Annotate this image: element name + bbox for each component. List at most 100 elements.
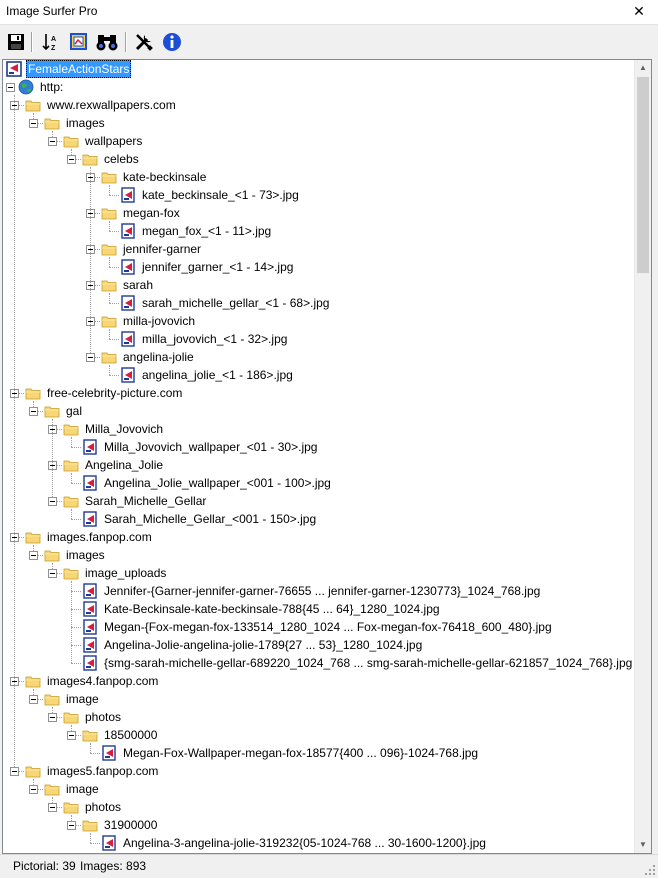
collapse-toggle[interactable] bbox=[67, 155, 76, 164]
tree-item-label: Sarah_Michelle_Gellar_<001 - 150>.jpg bbox=[104, 512, 317, 526]
tree-item-label: Angelina_Jolie bbox=[85, 458, 164, 472]
image-file-icon bbox=[83, 619, 97, 635]
collapse-toggle[interactable] bbox=[48, 137, 57, 146]
title-bar: Image Surfer Pro ✕ bbox=[0, 0, 658, 25]
status-bar: Pictorial: 39 Images: 893 bbox=[0, 854, 658, 878]
folder-icon bbox=[63, 136, 79, 148]
tree-item-label: images bbox=[66, 116, 105, 130]
tree-connector-line bbox=[90, 743, 91, 753]
tree-item-label: images4.fanpop.com bbox=[47, 674, 159, 688]
tree-item-label: photos bbox=[85, 800, 122, 814]
scroll-thumb[interactable] bbox=[637, 77, 649, 273]
image-file-icon bbox=[121, 367, 135, 383]
tree-item-label: megan_fox_<1 - 11>.jpg bbox=[142, 224, 272, 238]
tree-item-label: Milla_Jovovich bbox=[85, 422, 164, 436]
tree-connector-line bbox=[109, 195, 119, 196]
folder-icon bbox=[101, 352, 117, 364]
floppy-disk-icon bbox=[8, 34, 24, 50]
tree-view[interactable]: FemaleActionStars http: www.rexwallpapers.… bbox=[3, 60, 635, 853]
tree-connector-line bbox=[14, 95, 15, 771]
image-file-icon bbox=[121, 187, 135, 203]
info-button[interactable] bbox=[161, 31, 183, 53]
image-file-icon bbox=[83, 511, 97, 527]
find-button[interactable] bbox=[96, 31, 118, 53]
tree-connector-line bbox=[90, 167, 91, 357]
tree-item-label: wallpapers bbox=[85, 134, 143, 148]
tree-connector-line bbox=[71, 591, 81, 592]
image-file-icon bbox=[83, 439, 97, 455]
tree-connector-line bbox=[109, 231, 119, 232]
tree-item-label: jennifer-garner bbox=[123, 242, 202, 256]
tree-item-label: sarah_michelle_gellar_<1 - 68>.jpg bbox=[142, 296, 330, 310]
collapse-toggle[interactable] bbox=[48, 497, 57, 506]
settings-button[interactable] bbox=[133, 31, 155, 53]
tree-connector-line bbox=[109, 293, 110, 303]
tree-connector-line bbox=[109, 257, 110, 267]
scroll-down-button[interactable]: ▼ bbox=[635, 837, 651, 853]
folder-icon bbox=[101, 280, 117, 292]
binoculars-icon bbox=[96, 35, 118, 51]
collapse-toggle[interactable] bbox=[29, 407, 38, 416]
tree-connector-line bbox=[71, 447, 81, 448]
collapse-toggle[interactable] bbox=[29, 695, 38, 704]
tree-item-label: kate-beckinsale bbox=[123, 170, 207, 184]
tree-item-label: 31900000 bbox=[104, 818, 158, 832]
tree-item-label: 18500000 bbox=[104, 728, 158, 742]
sort-button[interactable]: A Z bbox=[40, 31, 62, 53]
save-button[interactable] bbox=[5, 31, 27, 53]
tree-connector-line bbox=[109, 375, 119, 376]
close-button[interactable]: ✕ bbox=[630, 2, 648, 20]
collapse-toggle[interactable] bbox=[48, 803, 57, 812]
resize-grip-icon[interactable] bbox=[644, 864, 656, 876]
gallery-button[interactable] bbox=[68, 31, 90, 53]
tree-connector-line bbox=[71, 509, 72, 519]
svg-text:Z: Z bbox=[51, 45, 56, 52]
tree-item-label: free-celebrity-picture.com bbox=[47, 386, 183, 400]
tree-item-label: gal bbox=[66, 404, 83, 418]
tree-connector-line bbox=[90, 843, 100, 844]
collapse-toggle[interactable] bbox=[48, 569, 57, 578]
collapse-toggle[interactable] bbox=[29, 551, 38, 560]
tree-connector-line bbox=[109, 329, 110, 339]
image-file-icon bbox=[83, 637, 97, 653]
folder-icon bbox=[63, 496, 79, 508]
folder-icon bbox=[82, 730, 98, 742]
tree-connector-line bbox=[90, 833, 91, 843]
tree-item-label: Sarah_Michelle_Gellar bbox=[85, 494, 207, 508]
tree-item-label: megan-fox bbox=[123, 206, 180, 220]
tree-connector-line bbox=[109, 303, 119, 304]
tree-item-label: Megan-Fox-Wallpaper-megan-fox-18577{400 … bbox=[123, 746, 479, 760]
tree-item-label: sarah bbox=[123, 278, 154, 292]
tree-item-label: Angelina-Jolie-angelina-jolie-1789{27 ..… bbox=[104, 638, 423, 652]
tree-item-label: {smg-sarah-michelle-gellar-689220_1024_7… bbox=[104, 656, 633, 670]
tree-connector-line bbox=[71, 663, 81, 664]
collapse-toggle[interactable] bbox=[29, 119, 38, 128]
collapse-toggle[interactable] bbox=[6, 83, 15, 92]
image-file-icon bbox=[121, 295, 135, 311]
collapse-toggle[interactable] bbox=[48, 713, 57, 722]
folder-icon bbox=[82, 820, 98, 832]
collapse-toggle[interactable] bbox=[10, 767, 19, 776]
tree-item-label: Angelina-3-angelina-jolie-319232{05-1024… bbox=[123, 836, 486, 850]
status-pictorial-count: Pictorial: 39 bbox=[13, 859, 76, 873]
tree-connector-line bbox=[71, 437, 72, 447]
tree-item-label: angelina-jolie bbox=[123, 350, 194, 364]
collapse-toggle[interactable] bbox=[29, 785, 38, 794]
image-file-icon bbox=[102, 835, 116, 851]
image-file-icon bbox=[83, 475, 97, 491]
folder-icon bbox=[63, 802, 79, 814]
tree-connector-line bbox=[109, 185, 110, 195]
scroll-up-button[interactable]: ▲ bbox=[635, 60, 651, 76]
vertical-scrollbar[interactable]: ▲ ▼ bbox=[634, 60, 651, 853]
collapse-toggle[interactable] bbox=[67, 821, 76, 830]
status-images-count: Images: 893 bbox=[80, 859, 147, 873]
collapse-toggle[interactable] bbox=[67, 731, 76, 740]
tree-connector-line bbox=[71, 581, 72, 663]
image-file-icon bbox=[83, 583, 97, 599]
folder-icon bbox=[101, 208, 117, 220]
collapse-toggle[interactable] bbox=[86, 353, 95, 362]
folder-icon bbox=[25, 532, 41, 544]
tree-item-label: photos bbox=[85, 710, 122, 724]
tree-item-label: Angelina_Jolie_wallpaper_<001 - 100>.jpg bbox=[104, 476, 331, 490]
info-icon bbox=[163, 33, 181, 51]
